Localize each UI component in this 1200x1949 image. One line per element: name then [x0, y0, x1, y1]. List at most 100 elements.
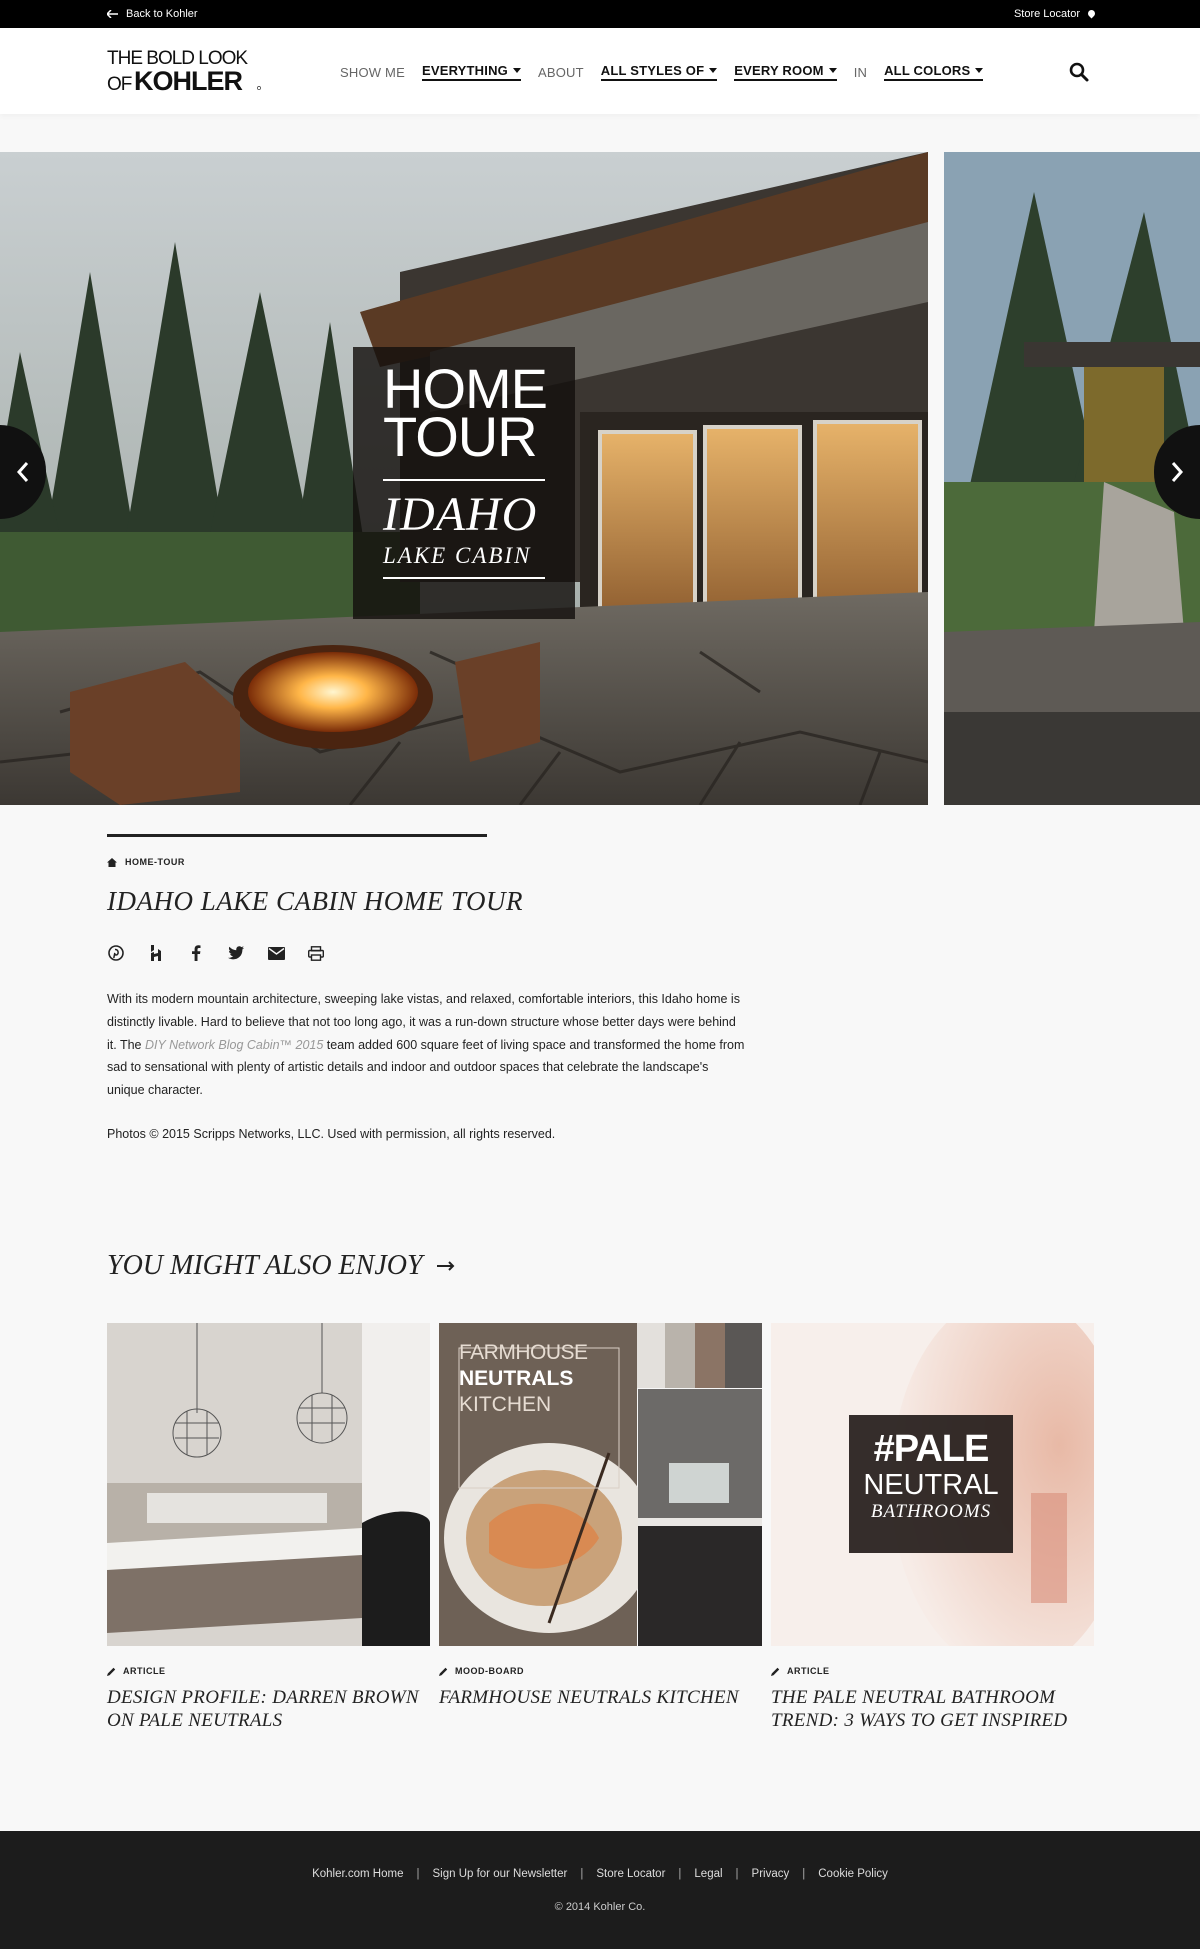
- share-print[interactable]: [307, 944, 325, 962]
- nav-about: ABOUT: [537, 64, 584, 80]
- footer-link-kohler-home[interactable]: Kohler.com Home: [312, 1868, 403, 1880]
- logo-of: OF: [107, 74, 132, 94]
- footer-link-store-locator[interactable]: Store Locator: [596, 1868, 665, 1880]
- facebook-icon: [192, 945, 201, 961]
- pinterest-icon: [108, 945, 124, 961]
- thumb-line-1: #PALE: [873, 1428, 990, 1470]
- twitter-icon: [228, 946, 244, 960]
- utility-bar: Back to Kohler Store Locator: [0, 0, 1200, 28]
- card-title: DESIGN PROFILE: DARREN BROWN ON PALE NEU…: [107, 1687, 419, 1731]
- kitchen-photo: [107, 1323, 430, 1646]
- card-type-label: MOOD-BOARD: [455, 1666, 524, 1676]
- hero-line-lake-cabin: LAKE CABIN: [383, 543, 545, 579]
- pale-neutral-thumb-card: #PALE NEUTRAL BATHROOMS: [849, 1415, 1013, 1553]
- hero-carousel: HOME TOUR IDAHO LAKE CABIN: [0, 152, 1200, 805]
- thumb-line-3: BATHROOMS: [870, 1501, 992, 1522]
- houzz-icon: [151, 945, 161, 961]
- card-type: ARTICLE: [107, 1666, 430, 1676]
- category-tag[interactable]: HOME-TOUR: [107, 857, 185, 867]
- chevron-down-icon: [709, 68, 718, 73]
- related-heading[interactable]: YOU MIGHT ALSO ENJOY: [107, 1250, 455, 1282]
- back-to-kohler-link[interactable]: Back to Kohler: [107, 8, 198, 20]
- hero-slide-main[interactable]: HOME TOUR IDAHO LAKE CABIN: [0, 152, 928, 805]
- hero-line-tour: TOUR: [383, 405, 538, 468]
- related-card[interactable]: #PALE NEUTRAL BATHROOMS ARTICLE THE PALE…: [771, 1323, 1094, 1732]
- footer-link-privacy[interactable]: Privacy: [752, 1868, 790, 1880]
- filter-all-styles[interactable]: ALL STYLES OF: [600, 63, 718, 81]
- thumb-line-1: FARMHOUSE: [459, 1341, 588, 1364]
- logo-brand: KOHLER: [134, 66, 243, 94]
- filter-everything-label: EVERYTHING: [421, 63, 508, 78]
- chevron-right-icon: [1171, 462, 1184, 482]
- mood-board-thumb-text: FARMHOUSE NEUTRALS KITCHEN: [459, 1341, 588, 1417]
- arrow-right-icon: [436, 1261, 454, 1271]
- store-locator-label: Store Locator: [1013, 8, 1080, 20]
- footer-separator: |: [580, 1868, 584, 1880]
- footer-link-legal[interactable]: Legal: [694, 1868, 722, 1880]
- thumb-line-2: NEUTRALS: [459, 1367, 574, 1390]
- filter-all-colors[interactable]: ALL COLORS: [884, 63, 984, 81]
- card-type: ARTICLE: [771, 1666, 1094, 1676]
- related-card[interactable]: ARTICLE DESIGN PROFILE: DARREN BROWN ON …: [107, 1323, 430, 1732]
- card-type: MOOD-BOARD: [439, 1666, 762, 1676]
- filter-all-styles-label: ALL STYLES OF: [600, 63, 705, 78]
- card-title: THE PALE NEUTRAL BATHROOM TREND: 3 WAYS …: [771, 1687, 1068, 1731]
- card-type-label: ARTICLE: [787, 1666, 830, 1676]
- filter-every-room-label: EVERY ROOM: [734, 63, 824, 78]
- photo-credit: Photos © 2015 Scripps Networks, LLC. Use…: [107, 1127, 556, 1141]
- chevron-down-icon: [828, 68, 837, 73]
- article-divider: [107, 834, 487, 837]
- site-footer: Kohler.com Home | Sign Up for our Newslet…: [0, 1831, 1200, 1949]
- footer-separator: |: [735, 1868, 739, 1880]
- email-icon: [267, 946, 285, 960]
- footer-separator: |: [802, 1868, 806, 1880]
- pencil-icon: [439, 1667, 448, 1676]
- share-bar: [107, 944, 325, 962]
- chevron-down-icon: [975, 68, 984, 73]
- filter-every-room[interactable]: EVERY ROOM: [734, 63, 837, 81]
- share-facebook[interactable]: [187, 944, 205, 962]
- article-body: With its modern mountain architecture, s…: [107, 988, 747, 1102]
- related-heading-text: YOU MIGHT ALSO ENJOY: [107, 1250, 423, 1281]
- nav-in: IN: [853, 64, 868, 80]
- search-button[interactable]: [1068, 61, 1090, 83]
- card-type-label: ARTICLE: [123, 1666, 166, 1676]
- share-email[interactable]: [267, 944, 285, 962]
- logo-graphic: THE BOLD LOOK OF KOHLER: [107, 48, 261, 96]
- hero-title-card: HOME TOUR IDAHO LAKE CABIN: [353, 347, 575, 619]
- back-to-kohler-label: Back to Kohler: [126, 8, 198, 20]
- share-houzz[interactable]: [147, 944, 165, 962]
- category-label: HOME-TOUR: [125, 857, 185, 867]
- card-title: FARMHOUSE NEUTRALS KITCHEN: [439, 1687, 739, 1708]
- chevron-left-icon: [16, 462, 29, 482]
- kohler-logo[interactable]: THE BOLD LOOK OF KOHLER: [107, 46, 262, 96]
- filter-all-colors-label: ALL COLORS: [884, 63, 971, 78]
- related-card-thumbnail: FARMHOUSE NEUTRALS KITCHEN: [439, 1323, 762, 1646]
- chevron-down-icon: [512, 68, 521, 73]
- diy-network-link[interactable]: DIY Network Blog Cabin™ 2015: [145, 1038, 323, 1052]
- related-card-thumbnail: #PALE NEUTRAL BATHROOMS: [771, 1323, 1094, 1646]
- footer-links: Kohler.com Home | Sign Up for our Newslet…: [0, 1868, 1200, 1880]
- map-pin-icon: [1086, 8, 1097, 18]
- search-icon: [1069, 62, 1089, 82]
- store-locator-link[interactable]: Store Locator: [1013, 8, 1097, 20]
- share-pinterest[interactable]: [107, 944, 125, 962]
- nav-show-me: SHOW ME: [340, 64, 405, 80]
- related-card[interactable]: FARMHOUSE NEUTRALS KITCHEN MOOD-BOARD FA…: [439, 1323, 762, 1710]
- thumb-line-3: KITCHEN: [459, 1393, 552, 1416]
- footer-link-cookie-policy[interactable]: Cookie Policy: [818, 1868, 888, 1880]
- site-header: THE BOLD LOOK OF KOHLER SHOW ME EVERYTHI…: [0, 28, 1200, 114]
- print-icon: [308, 945, 324, 961]
- filter-everything[interactable]: EVERYTHING: [421, 63, 521, 81]
- article-title: IDAHO LAKE CABIN HOME TOUR: [107, 886, 523, 916]
- filter-nav: SHOW ME EVERYTHING ABOUT ALL STYLES OF E…: [340, 63, 1000, 81]
- footer-separator: |: [416, 1868, 420, 1880]
- share-twitter[interactable]: [227, 944, 245, 962]
- registered-mark: [257, 86, 261, 90]
- hero-line-idaho: IDAHO: [383, 479, 545, 541]
- arrow-left-icon: [107, 10, 118, 18]
- footer-link-newsletter[interactable]: Sign Up for our Newsletter: [432, 1868, 567, 1880]
- copyright: © 2014 Kohler Co.: [554, 1901, 646, 1913]
- thumb-line-2: NEUTRAL: [863, 1469, 999, 1501]
- related-card-thumbnail: [107, 1323, 430, 1646]
